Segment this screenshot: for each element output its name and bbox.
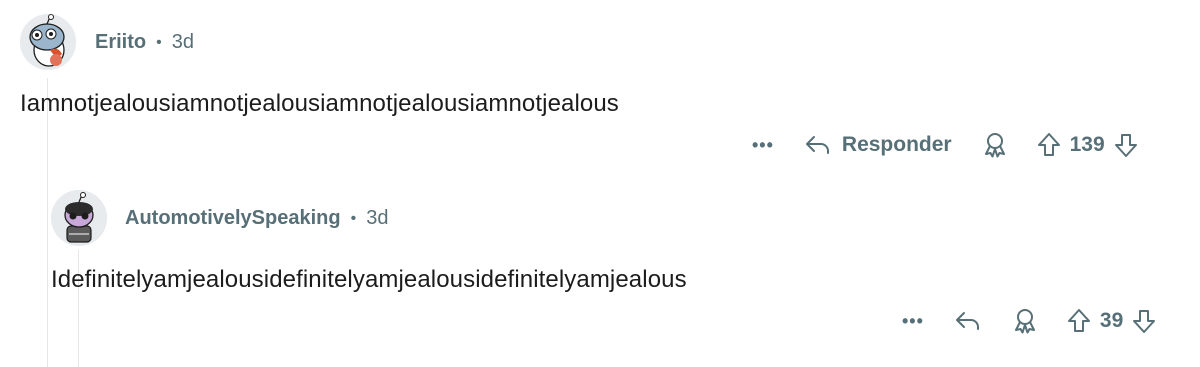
comment-text: Iamnotjealousiamnotjealousiamnotjealousi…: [20, 90, 619, 117]
reply-arrow-icon: [805, 136, 829, 154]
more-options-icon: •••: [752, 134, 774, 155]
avatar[interactable]: [20, 14, 76, 70]
meta-separator: •: [156, 33, 162, 51]
avatar[interactable]: [51, 190, 107, 246]
downvote-button[interactable]: [1113, 132, 1139, 158]
reply-button[interactable]: [954, 309, 982, 333]
downvote-arrow-icon: [1114, 134, 1137, 157]
award-button[interactable]: [982, 132, 1008, 158]
vote-score: 39: [1099, 309, 1124, 332]
timestamp[interactable]: 3d: [366, 207, 388, 230]
thread-line: [47, 78, 48, 367]
award-button[interactable]: [1012, 308, 1038, 334]
reply-button[interactable]: Responder: [804, 133, 952, 157]
reply-arrow-icon: [955, 312, 979, 330]
downvote-arrow-icon: [1133, 310, 1156, 333]
comment-meta: Eriito • 3d: [95, 31, 194, 54]
comment-meta: AutomotivelySpeaking • 3d: [125, 207, 388, 230]
upvote-button[interactable]: [1066, 308, 1092, 334]
more-options-button[interactable]: •••: [752, 135, 774, 156]
snoo-avatar-icon: [20, 14, 76, 70]
upvote-arrow-icon: [1067, 309, 1090, 332]
author-name[interactable]: AutomotivelySpeaking: [125, 207, 341, 230]
meta-separator: •: [350, 209, 357, 227]
upvote-arrow-icon: [1037, 133, 1060, 156]
downvote-button[interactable]: [1131, 308, 1157, 334]
author-name[interactable]: Eriito: [95, 31, 146, 54]
award-icon: [1014, 309, 1035, 334]
upvote-button[interactable]: [1036, 132, 1062, 158]
comment-actions: ••• 39: [902, 308, 1157, 334]
award-icon: [984, 133, 1005, 158]
comment-text: Idefinitelyamjealousidefinitelyamjealous…: [51, 266, 687, 293]
comment-actions: ••• Responder 139: [752, 132, 1139, 158]
snoo-avatar-icon: [51, 190, 107, 246]
timestamp[interactable]: 3d: [172, 31, 194, 54]
reply-label: Responder: [841, 133, 952, 156]
more-options-icon: •••: [902, 310, 924, 331]
more-options-button[interactable]: •••: [902, 311, 924, 332]
vote-score: 139: [1069, 133, 1105, 156]
